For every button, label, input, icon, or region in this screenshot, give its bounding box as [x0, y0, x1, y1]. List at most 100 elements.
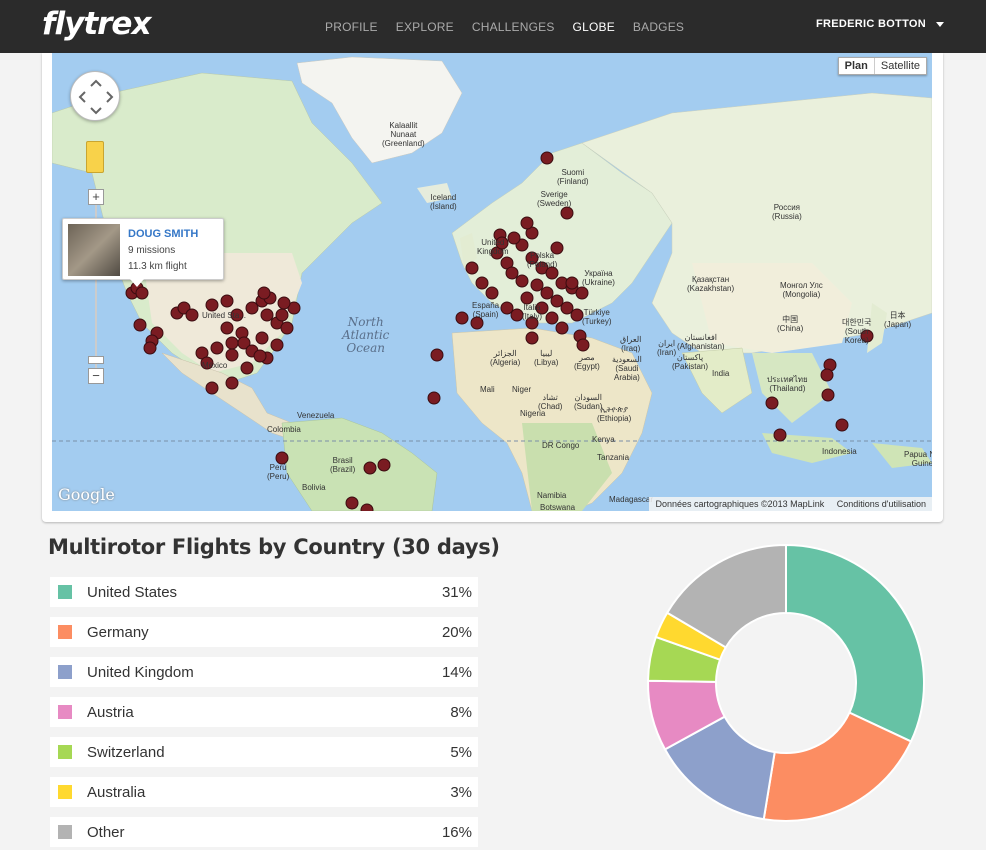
user-info-popup[interactable]: DOUG SMITH 9 missions 11.3 km flight — [62, 218, 224, 280]
flight-marker[interactable] — [360, 503, 374, 511]
flight-marker[interactable] — [507, 231, 521, 245]
flight-marker[interactable] — [185, 308, 199, 322]
country-label: United Sta... — [202, 311, 247, 320]
country-label: Қазақстан (Kazakhstan) — [687, 275, 735, 293]
flight-marker[interactable] — [205, 298, 219, 312]
flight-marker[interactable] — [820, 368, 834, 382]
nav-challenges[interactable]: CHALLENGES — [472, 20, 555, 34]
nav-globe[interactable]: GLOBE — [573, 20, 615, 34]
zoom-out-button[interactable]: − — [88, 368, 104, 384]
flight-marker[interactable] — [560, 206, 574, 220]
user-menu[interactable]: FREDERIC BOTTON — [816, 18, 944, 30]
flight-marker[interactable] — [253, 349, 267, 363]
flight-marker[interactable] — [540, 151, 554, 165]
map-type-control: Plan Satellite — [837, 57, 927, 75]
country-label: Niger — [512, 385, 532, 394]
country-label: Iceland (Ísland) — [430, 193, 457, 211]
flight-marker[interactable] — [455, 311, 469, 325]
street-view-pegman-icon[interactable] — [86, 141, 104, 173]
country-label: Kenya — [592, 435, 615, 444]
flight-marker[interactable] — [280, 321, 294, 335]
terms-link[interactable]: Conditions d'utilisation — [837, 499, 926, 509]
popup-flight: 11.3 km flight — [128, 261, 187, 272]
flight-marker[interactable] — [465, 261, 479, 275]
flytrex-logo[interactable]: flytrex — [42, 6, 151, 42]
flight-marker[interactable] — [505, 266, 519, 280]
flight-marker[interactable] — [277, 296, 291, 310]
map-type-plan-button[interactable]: Plan — [839, 58, 875, 74]
legend-row: Germany 20% — [50, 617, 478, 647]
flight-marker[interactable] — [475, 276, 489, 290]
flight-marker[interactable] — [485, 286, 499, 300]
flight-marker[interactable] — [225, 348, 239, 362]
country-label: Sverige (Sweden) — [537, 190, 572, 208]
google-logo: Google — [58, 485, 115, 504]
flight-marker[interactable] — [240, 361, 254, 375]
flight-marker[interactable] — [430, 348, 444, 362]
flight-marker[interactable] — [210, 341, 224, 355]
flight-marker[interactable] — [576, 338, 590, 352]
legend-swatch — [58, 825, 72, 839]
legend-row: United Kingdom 14% — [50, 657, 478, 687]
flight-marker[interactable] — [555, 321, 569, 335]
flight-marker[interactable] — [363, 461, 377, 475]
flight-marker[interactable] — [540, 286, 554, 300]
country-label: Mali — [480, 385, 495, 394]
flight-marker[interactable] — [270, 338, 284, 352]
map-type-satellite-button[interactable]: Satellite — [875, 58, 926, 74]
flight-marker[interactable] — [135, 286, 149, 300]
popup-user-name[interactable]: DOUG SMITH — [128, 228, 198, 240]
country-label: 中国 (China) — [777, 315, 804, 333]
flight-marker[interactable] — [427, 391, 441, 405]
flight-marker[interactable] — [520, 216, 534, 230]
nav-badges[interactable]: BADGES — [633, 20, 684, 34]
flight-marker[interactable] — [565, 276, 579, 290]
flight-marker[interactable] — [765, 396, 779, 410]
flight-marker[interactable] — [255, 331, 269, 345]
legend-country: Other — [87, 824, 125, 841]
zoom-slider-handle[interactable] — [88, 356, 104, 364]
flight-marker[interactable] — [575, 286, 589, 300]
country-label: Монгол Улс (Mongolia) — [780, 281, 823, 299]
country-label: Indonesia — [822, 447, 857, 456]
country-label: Suomi (Finland) — [557, 168, 589, 186]
country-label: السعودية (Saudi Arabia) — [612, 355, 642, 382]
flight-marker[interactable] — [377, 458, 391, 472]
legend-swatch — [58, 585, 72, 599]
flight-marker[interactable] — [133, 318, 147, 332]
nav-explore[interactable]: EXPLORE — [396, 20, 454, 34]
flight-marker[interactable] — [225, 336, 239, 350]
flight-marker[interactable] — [821, 388, 835, 402]
flight-marker[interactable] — [545, 311, 559, 325]
world-map[interactable]: North Atlantic Ocean Kalaallit Nunaat (G… — [52, 53, 932, 511]
flight-marker[interactable] — [275, 308, 289, 322]
flight-marker[interactable] — [525, 331, 539, 345]
country-label: Polska (Poland) — [527, 251, 558, 269]
flight-marker[interactable] — [225, 376, 239, 390]
pan-control[interactable] — [70, 71, 120, 121]
flight-marker[interactable] — [260, 308, 274, 322]
nav-profile[interactable]: PROFILE — [325, 20, 378, 34]
country-label: ኢትዮጵያ (Ethiopia) — [597, 405, 632, 423]
flight-marker[interactable] — [515, 274, 529, 288]
legend-country: Switzerland — [87, 744, 165, 761]
country-label: United Kingdom — [477, 238, 509, 256]
country-label: Brasil (Brazil) — [330, 456, 356, 474]
flight-marker[interactable] — [773, 428, 787, 442]
country-label: الجزائر (Algeria) — [490, 349, 521, 367]
flight-marker[interactable] — [345, 496, 359, 510]
flight-marker[interactable] — [835, 418, 849, 432]
donut-slice-united-states[interactable] — [785, 543, 925, 743]
country-label: España (Spain) — [472, 301, 500, 319]
flight-marker[interactable] — [205, 381, 219, 395]
flight-marker[interactable] — [220, 294, 234, 308]
legend-swatch — [58, 705, 72, 719]
user-name: FREDERIC BOTTON — [815, 18, 926, 30]
flight-marker[interactable] — [220, 321, 234, 335]
flight-marker[interactable] — [257, 286, 271, 300]
legend-percent: 14% — [441, 664, 472, 681]
flight-marker[interactable] — [530, 278, 544, 292]
caret-down-icon — [936, 21, 944, 27]
flight-marker[interactable] — [143, 341, 157, 355]
zoom-in-button[interactable]: + — [88, 189, 104, 205]
